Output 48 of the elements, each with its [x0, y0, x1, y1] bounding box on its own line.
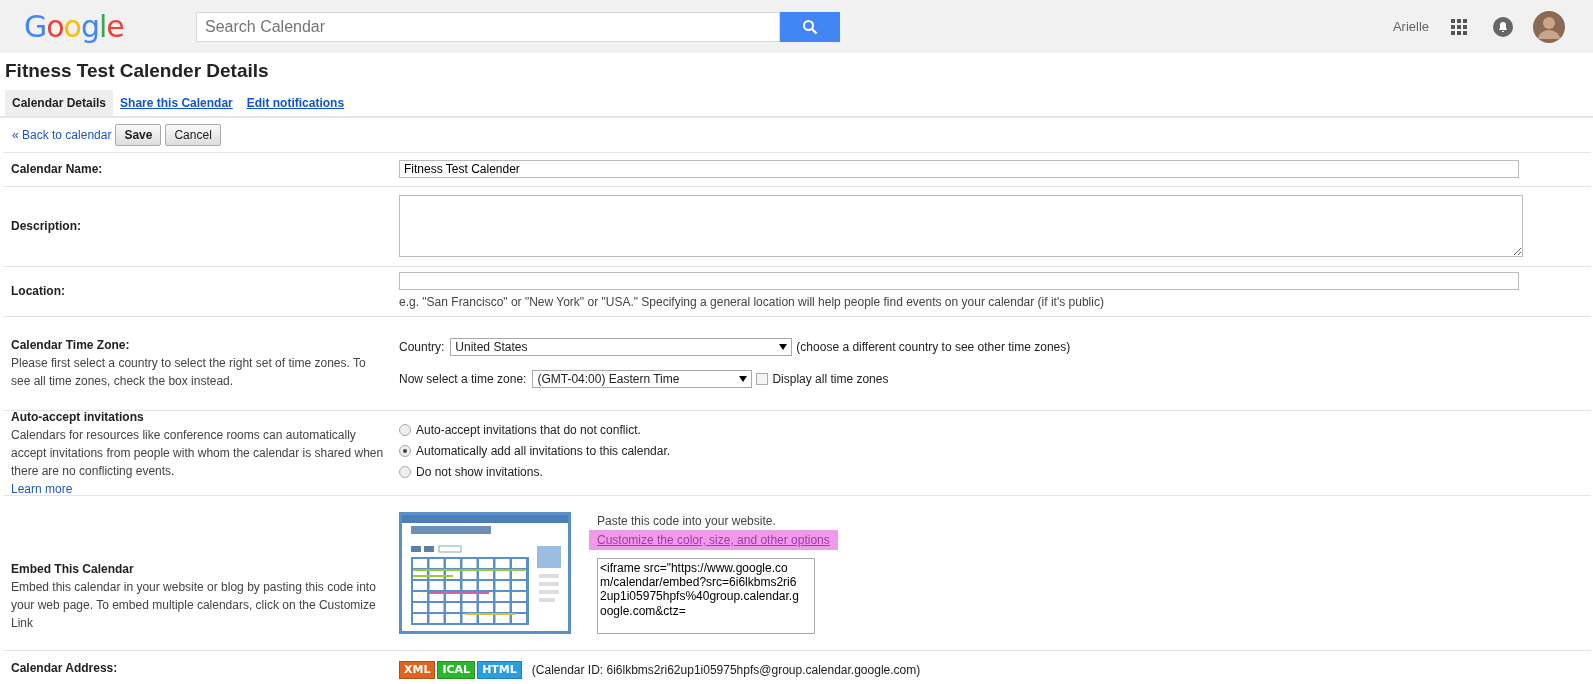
back-link[interactable]: « Back to calendar [12, 125, 112, 144]
notification-bell-icon[interactable] [1493, 16, 1513, 37]
field-label: Location: [11, 283, 66, 300]
field-label: Embed This Calendar [11, 560, 135, 578]
time-zone-select[interactable]: (GMT-04:00) Eastern Time [532, 370, 753, 388]
button[interactable]: Cancel [165, 123, 221, 146]
country-note: (choose a different country to see other time zones) [796, 339, 1071, 356]
avatar-icon[interactable] [1533, 10, 1565, 43]
tab[interactable]: Share this Calendar [113, 89, 240, 116]
radio-label: Do not show invitations. [416, 464, 543, 481]
radio-button[interactable] [399, 424, 411, 436]
country-label: Country: [399, 339, 445, 356]
radio-button[interactable] [399, 445, 411, 457]
time-zone-label: Now select a time zone: [399, 371, 527, 388]
embed-instruction: Paste this code into your website. [597, 512, 776, 530]
checkbox[interactable] [756, 373, 769, 385]
dropdown-arrow-icon [779, 344, 788, 350]
field-label: Description: [11, 218, 82, 235]
checkbox-label: Display all time zones [772, 371, 889, 388]
user-name: Arielle [1392, 17, 1429, 36]
field-description: Embed this calendar in your website or blog by pasting this code into your web page. To embed multiple calendars, click on the Customize Link [11, 578, 377, 632]
search-button[interactable] [780, 11, 840, 42]
country-select[interactable]: United States [450, 338, 793, 356]
tab[interactable]: Calendar Details [5, 89, 114, 116]
google-logo: Google [24, 8, 125, 46]
embed-code-field[interactable]: <iframe src="https://www.google.com/calendar/embed?src=6i6lkbms2ri62up1i05975hpfs%40group.calendar.google.com&ctz= [597, 557, 815, 634]
location-hint: e.g. "San Francisco" or "New York" or "USA." Specifying a general location will help people find events on your calendar (if it's public) [399, 293, 1105, 311]
field-label: Calendar Time Zone: [11, 337, 131, 354]
field-label: Calendar Address: [11, 659, 119, 677]
button[interactable]: Save [115, 123, 162, 146]
field-description: Calendars for resources like conference rooms can automatically accept invitations from people with whom the calendar is shared when there are no conflicting events. [11, 426, 385, 480]
radio-label: Auto-accept invitations that do not conflict. [416, 422, 641, 439]
calendar-id: (Calendar ID: 6i6lkbms2ri62up1i05975hpfs@group.calendar.google.com) [531, 661, 921, 679]
field-label: Calendar Name: [11, 161, 104, 178]
radio-label: Automatically add all invitations to this calendar. [416, 443, 671, 460]
radio-button[interactable] [399, 466, 411, 478]
field-description: Please first select a country to select the right set of time zones. To see all time zones, check the box instead. [11, 355, 367, 390]
learn-more-link[interactable]: Learn more [11, 479, 73, 498]
search-icon [802, 18, 818, 35]
description-field[interactable] [399, 195, 1523, 257]
location-field[interactable] [399, 271, 1519, 290]
search-field[interactable]: Search Calendar [196, 11, 780, 42]
tab[interactable]: Edit notifications [239, 89, 352, 116]
field-label: Auto-accept invitations [11, 408, 145, 426]
page-title: Fitness Test Calender Details [5, 59, 270, 83]
apps-grid-icon[interactable] [1451, 18, 1467, 35]
text-field[interactable]: Fitness Test Calender [399, 160, 1519, 178]
dropdown-arrow-icon [739, 376, 748, 382]
